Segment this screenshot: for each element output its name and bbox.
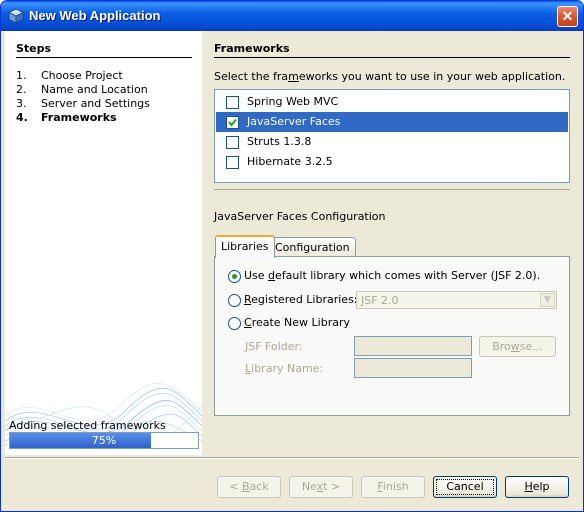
help-button[interactable]: Help [505, 476, 569, 498]
registered-libraries-label[interactable]: Registered Libraries: [244, 293, 358, 306]
checkbox[interactable] [226, 136, 239, 149]
progress-percent: 75% [91, 434, 117, 447]
framework-label: JavaServer Faces [247, 115, 341, 128]
framework-label: Hibernate 3.2.5 [247, 155, 333, 168]
registered-libraries-select[interactable]: JSF 2.0 ▼ [356, 291, 557, 309]
step-item-server-and-settings: 3. Server and Settings [16, 97, 150, 111]
framework-item-javaserver-faces[interactable]: JavaServer Faces [216, 112, 568, 132]
step-number: 1. [16, 69, 27, 82]
window-title: New Web Application [29, 8, 161, 23]
steps-divider [16, 57, 192, 58]
create-new-library-label[interactable]: Create New Library [244, 316, 350, 329]
back-button[interactable]: < Back [217, 476, 281, 498]
create-new-library-radio[interactable] [228, 317, 241, 330]
registered-libraries-radio[interactable] [228, 294, 241, 307]
config-section-label: JavaServer Faces Configuration [214, 210, 386, 223]
step-label: Server and Settings [41, 97, 150, 110]
framework-label: Spring Web MVC [247, 95, 339, 108]
cancel-button[interactable]: Cancel [433, 476, 497, 498]
frameworks-header: Frameworks [214, 42, 290, 55]
frameworks-divider [214, 57, 570, 58]
jsf-folder-field[interactable] [354, 336, 472, 356]
progress-label: Adding selected frameworks [9, 419, 166, 432]
new-web-application-dialog: New Web Application ✕ Steps 1. Choose Pro… [0, 0, 584, 512]
title-bar[interactable]: New Web Application ✕ [1, 1, 583, 31]
close-icon: ✕ [561, 8, 574, 24]
step-number: 3. [16, 97, 27, 110]
steps-list: 1. Choose Project 2. Name and Location 3. S… [16, 69, 150, 125]
step-number: 2. [16, 83, 27, 96]
finish-button[interactable]: Finish [361, 476, 425, 498]
step-label: Name and Location [41, 83, 148, 96]
step-item-frameworks: 4. Frameworks [16, 111, 150, 125]
step-label: Frameworks [41, 111, 117, 124]
framework-item-spring-web-mvc[interactable]: Spring Web MVC [216, 92, 568, 112]
jsf-folder-label: JSF Folder: [245, 340, 303, 353]
step-label: Choose Project [41, 69, 123, 82]
framework-item-hibernate[interactable]: Hibernate 3.2.5 [216, 152, 568, 172]
framework-item-struts[interactable]: Struts 1.3.8 [216, 132, 568, 152]
tab-configuration[interactable]: Configuration [269, 237, 356, 257]
netbeans-cube-icon [8, 8, 24, 24]
radio-selected-dot [232, 274, 237, 279]
chevron-down-icon[interactable]: ▼ [540, 293, 555, 307]
config-divider [214, 189, 570, 190]
library-name-field[interactable] [354, 358, 472, 378]
checkbox[interactable] [226, 116, 239, 129]
browse-button[interactable]: Browse... [479, 336, 556, 357]
close-button[interactable]: ✕ [557, 6, 578, 27]
steps-header: Steps [16, 42, 52, 55]
libraries-tab-panel: Use default library which comes with Ser… [214, 256, 570, 416]
step-item-name-and-location: 2. Name and Location [16, 83, 150, 97]
frameworks-list: Spring Web MVC JavaServer Faces Struts 1… [214, 89, 570, 183]
progress-bar: 75% [9, 432, 199, 449]
framework-label: Struts 1.3.8 [247, 135, 312, 148]
checkbox[interactable] [226, 156, 239, 169]
frameworks-instruction: Select the frameworks you want to use in… [214, 70, 566, 83]
library-name-label: Library Name: [245, 362, 324, 375]
registered-libraries-value: JSF 2.0 [361, 294, 399, 307]
step-item-choose-project: 1. Choose Project [16, 69, 150, 83]
steps-panel: Steps 1. Choose Project 2. Name and Locati… [5, 31, 202, 455]
next-button[interactable]: Next > [289, 476, 353, 498]
tab-libraries[interactable]: Libraries [215, 235, 275, 258]
footer-divider-highlight [5, 458, 579, 459]
default-library-radio[interactable] [228, 270, 241, 283]
step-number: 4. [16, 111, 28, 124]
checkbox[interactable] [226, 96, 239, 109]
checkmark-icon [228, 118, 237, 127]
default-library-label[interactable]: Use default library which comes with Ser… [244, 269, 540, 282]
